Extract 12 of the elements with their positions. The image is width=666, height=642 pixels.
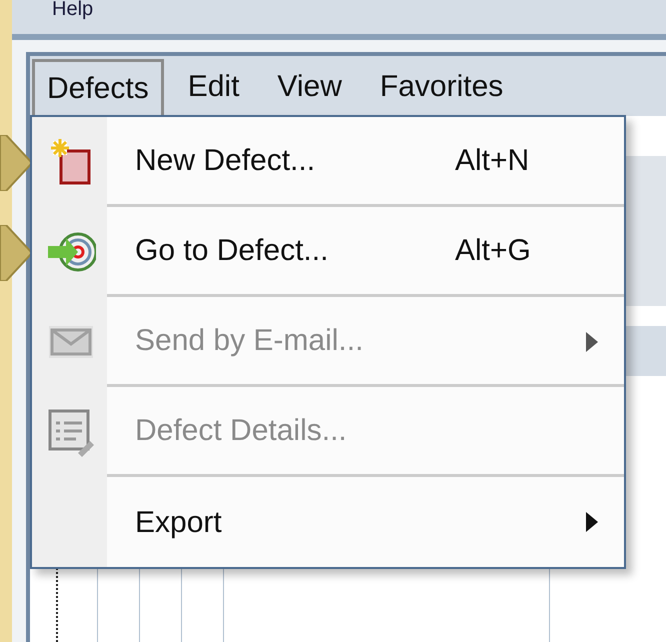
- menu-item[interactable]: Export: [107, 477, 624, 567]
- document-list-icon: [46, 407, 96, 457]
- menu-title[interactable]: Edit: [174, 60, 254, 114]
- envelope-icon: [47, 324, 95, 360]
- menu-item[interactable]: Go to Defect... Alt+G: [107, 207, 624, 297]
- menu-title[interactable]: Defects: [32, 58, 164, 116]
- new-document-icon: [49, 137, 93, 187]
- menu-label[interactable]: Help: [52, 0, 94, 20]
- menu-title[interactable]: Favorites: [366, 60, 518, 114]
- target-arrow-icon: [46, 230, 96, 274]
- menu-item[interactable]: New Defect... Alt+N: [107, 117, 624, 207]
- menu-title[interactable]: View: [263, 60, 356, 114]
